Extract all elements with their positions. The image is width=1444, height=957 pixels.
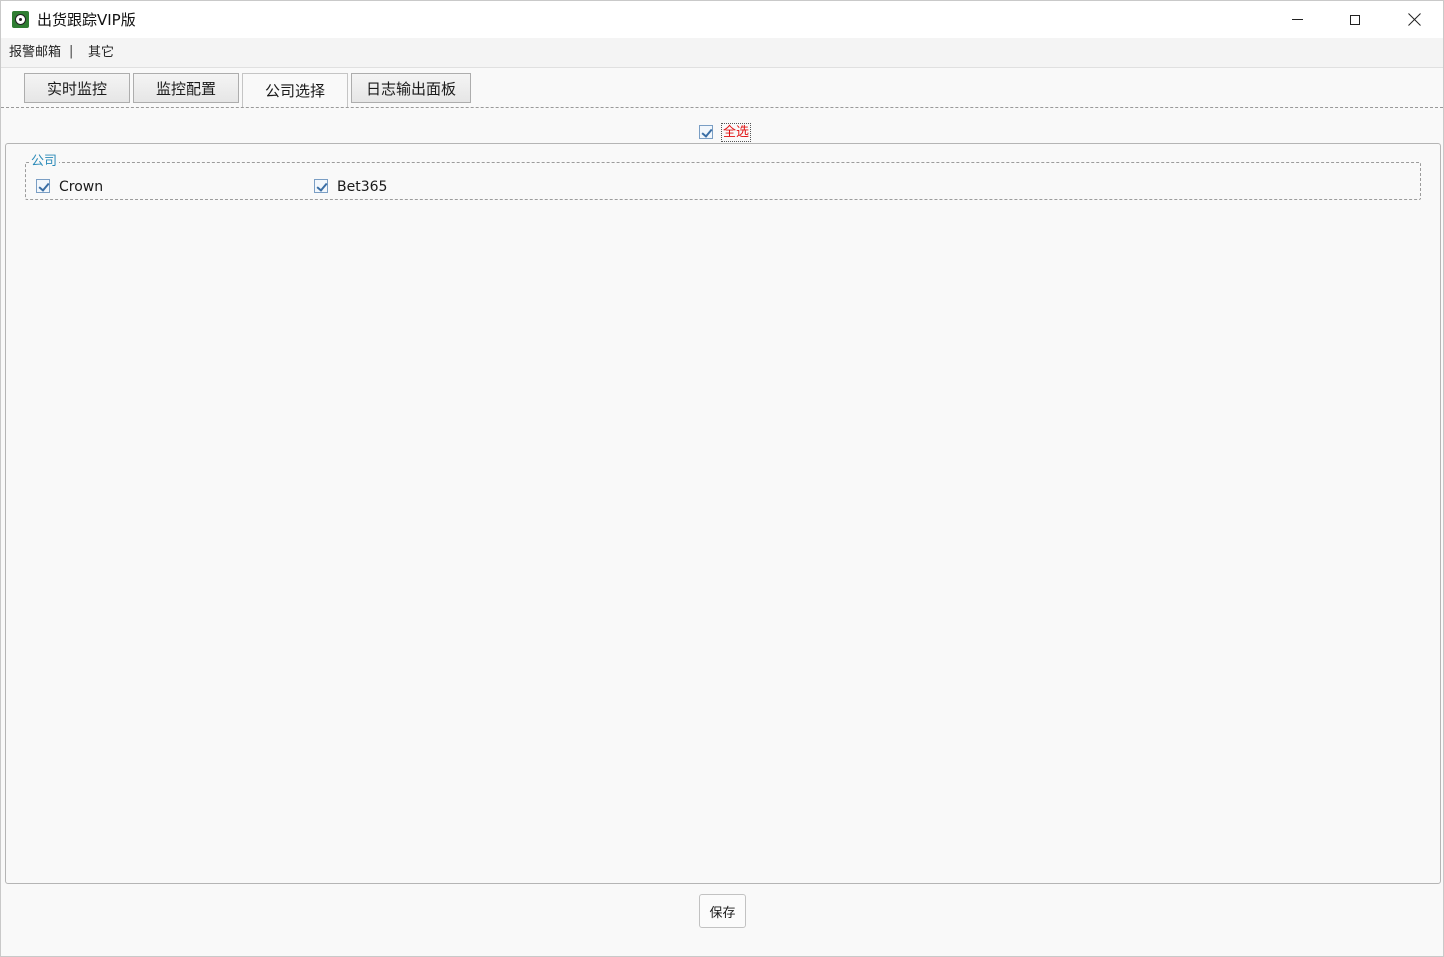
tab-realtime-monitor[interactable]: 实时监控 [24,73,130,103]
company-group-title: 公司 [29,153,60,171]
tab-company-select[interactable]: 公司选择 [242,73,348,107]
menu-bar: 报警邮箱 | 其它 [1,38,1443,68]
title-bar: 出货跟踪VIP版 [1,1,1443,38]
app-window: 出货跟踪VIP版 报警邮箱 | 其它 实时监控 监控配置 公司选择 日志输出面板… [0,0,1444,957]
menu-separator: | [69,44,74,59]
close-icon [1408,13,1421,26]
maximize-button[interactable] [1326,1,1384,38]
menu-item-other[interactable]: 其它 [88,45,114,61]
tab-monitor-config[interactable]: 监控配置 [133,73,239,103]
select-all-label[interactable]: 全选 [721,123,752,142]
minimize-button[interactable] [1268,1,1326,38]
bet365-checkbox-label[interactable]: Bet365 [337,178,387,196]
close-button[interactable] [1385,1,1443,38]
minimize-icon [1291,19,1303,20]
soccer-ball-icon [12,11,29,28]
window-title: 出货跟踪VIP版 [37,11,136,29]
maximize-icon [1350,14,1360,25]
menu-item-alert-email[interactable]: 报警邮箱 [9,45,61,61]
crown-checkbox-label[interactable]: Crown [59,178,103,196]
company-groupbox [25,162,1421,200]
crown-checkbox[interactable] [36,179,50,193]
company-panel [5,143,1441,884]
select-all-checkbox[interactable] [699,125,713,139]
save-button[interactable]: 保存 [699,894,746,928]
tab-log-output[interactable]: 日志输出面板 [351,73,471,103]
tab-strip-divider [1,107,1443,108]
bet365-checkbox[interactable] [314,179,328,193]
